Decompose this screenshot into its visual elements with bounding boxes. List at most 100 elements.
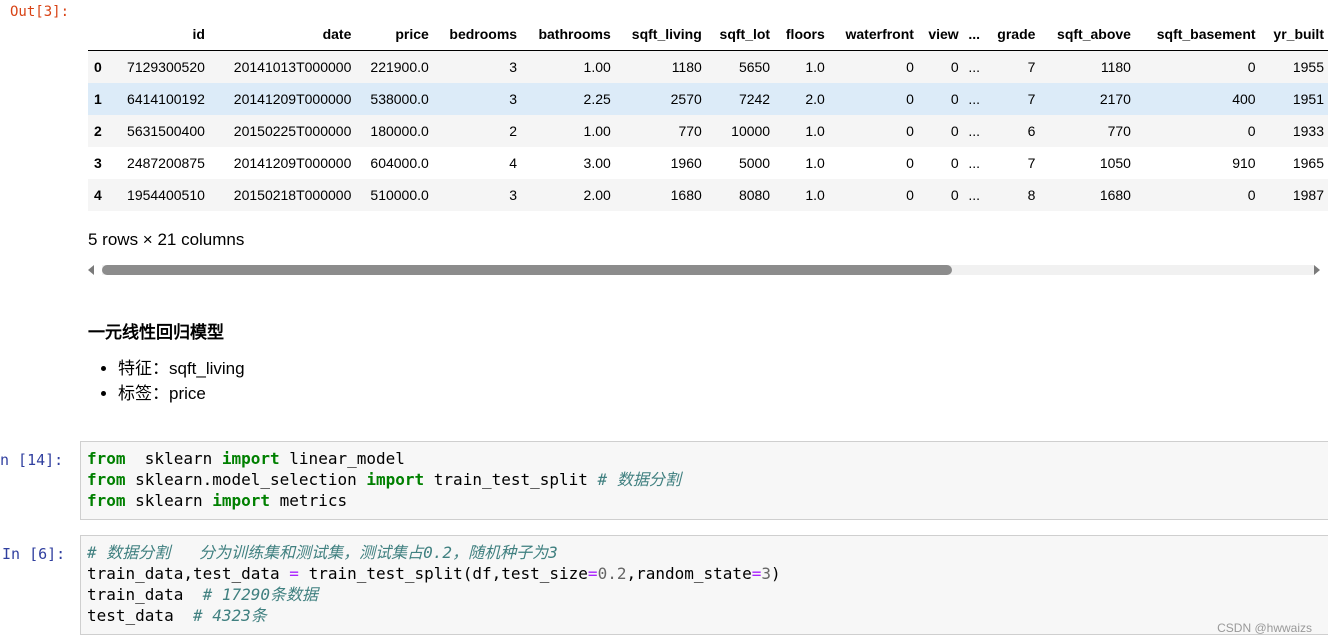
index-header bbox=[88, 18, 109, 51]
table-cell: 0 bbox=[828, 50, 918, 83]
row-index: 3 bbox=[94, 155, 102, 171]
table-cell: 1180 bbox=[1039, 50, 1135, 83]
table-cell: 1050 bbox=[1099, 155, 1131, 171]
table-cell: 0 bbox=[1134, 50, 1260, 83]
table-cell: 0 bbox=[1134, 115, 1260, 147]
table-row: 2 5631500400 20150225T000000 180000.0 2 1.00 7… bbox=[88, 115, 1328, 147]
table-cell: 7 bbox=[985, 50, 1040, 83]
table-cell: 770 bbox=[1039, 115, 1135, 147]
dataframe-table: id date price bedrooms bathrooms sqft_living s… bbox=[88, 18, 1328, 211]
scroll-left-arrow-icon[interactable] bbox=[88, 265, 94, 275]
table-cell: ... bbox=[962, 83, 986, 115]
code-token: metrics bbox=[270, 491, 348, 510]
column-header: grade bbox=[985, 18, 1040, 51]
code-token: train_test_split bbox=[424, 470, 598, 489]
code-token: ) bbox=[770, 564, 781, 583]
code-line: from sklearn import metrics bbox=[87, 490, 681, 511]
code-line: train_data,test_data = train_test_split(… bbox=[87, 563, 781, 584]
table-row: 1 6414100192 20141209T000000 538000.0 3 2.25 2… bbox=[88, 83, 1328, 115]
table-cell: 1180 bbox=[614, 50, 706, 83]
table-cell: 7129300520 bbox=[108, 50, 209, 83]
table-cell: 1951 bbox=[1259, 83, 1328, 115]
table-cell: 0 bbox=[1134, 179, 1260, 211]
table-cell: 3 bbox=[432, 83, 522, 115]
table-cell: ... bbox=[962, 115, 986, 147]
code-token: import bbox=[366, 470, 425, 489]
table-cell: 0 bbox=[917, 50, 963, 83]
table-cell: 5000 bbox=[738, 155, 771, 171]
code-token: ,random_state bbox=[626, 564, 752, 583]
table-cell: 2.25 bbox=[521, 83, 615, 115]
output-prompt: Out[3]: bbox=[10, 4, 70, 20]
code-cell-14[interactable]: from sklearn import linear_model from skl… bbox=[80, 441, 1328, 520]
watermark: CSDN @hwwaizs bbox=[1217, 621, 1312, 635]
table-cell: 510000.0 bbox=[355, 179, 433, 211]
table-cell: 7 bbox=[985, 83, 1040, 115]
table-cell: ... bbox=[962, 179, 986, 211]
table-cell: 10000 bbox=[705, 115, 775, 147]
table-cell: 2.0 bbox=[774, 83, 829, 115]
list-item: 标签：price bbox=[118, 381, 245, 406]
code-line: # 数据分割 分为训练集和测试集，测试集占0.2，随机种子为3 bbox=[87, 542, 781, 563]
table-cell: 910 bbox=[1232, 155, 1256, 171]
table-cell: 1965 bbox=[1292, 155, 1324, 171]
table-cell: 6414100192 bbox=[108, 83, 209, 115]
table-cell: 0 bbox=[828, 179, 918, 211]
table-cell: 1.0 bbox=[805, 155, 825, 171]
column-header: sqft_living bbox=[614, 18, 706, 51]
table-cell: 4 bbox=[509, 155, 518, 171]
column-header: waterfront bbox=[828, 18, 918, 51]
table-cell: 221900.0 bbox=[355, 50, 433, 83]
column-header: date bbox=[208, 18, 356, 51]
code-token: = bbox=[289, 564, 299, 583]
column-header: sqft_basement bbox=[1134, 18, 1260, 51]
code-token: # 数据分割 分为训练集和测试集，测试集占0.2，随机种子为3 bbox=[87, 543, 558, 562]
code-input[interactable]: from sklearn import linear_model from skl… bbox=[87, 448, 681, 511]
table-cell: 770 bbox=[614, 115, 706, 147]
table-cell: 1960 bbox=[670, 155, 702, 171]
code-token: # 17290条数据 bbox=[202, 585, 319, 604]
column-header: view bbox=[917, 18, 963, 51]
table-cell: 1933 bbox=[1259, 115, 1328, 147]
table-cell: 7242 bbox=[705, 83, 775, 115]
code-token: import bbox=[221, 449, 280, 468]
scrollbar-thumb[interactable] bbox=[102, 265, 952, 275]
column-header: bathrooms bbox=[521, 18, 615, 51]
table-cell: 1954400510 bbox=[108, 179, 209, 211]
table-cell: 604000.0 bbox=[370, 155, 429, 171]
row-index: 1 bbox=[88, 83, 109, 115]
column-header: bedrooms bbox=[432, 18, 522, 51]
code-input[interactable]: # 数据分割 分为训练集和测试集，测试集占0.2，随机种子为3 train_dat… bbox=[87, 542, 781, 626]
input-prompt-6: In [6]: bbox=[2, 545, 66, 563]
markdown-list: 特征：sqft_living 标签：price bbox=[100, 356, 245, 406]
code-line: train_data # 17290条数据 bbox=[87, 584, 781, 605]
table-cell: 6 bbox=[985, 115, 1040, 147]
table-header-row: id date price bedrooms bathrooms sqft_living s… bbox=[88, 18, 1328, 51]
table-cell: 1.0 bbox=[774, 115, 829, 147]
code-token: sklearn bbox=[125, 449, 222, 468]
column-header: ... bbox=[962, 18, 986, 51]
table-cell: 8080 bbox=[705, 179, 775, 211]
table-cell: 5631500400 bbox=[108, 115, 209, 147]
code-token: sklearn.model_selection bbox=[125, 470, 367, 489]
code-line: test_data # 4323条 bbox=[87, 605, 781, 626]
table-cell: 5650 bbox=[705, 50, 775, 83]
code-token: from bbox=[87, 449, 126, 468]
table-cell: 2170 bbox=[1039, 83, 1135, 115]
code-token: test_data bbox=[87, 606, 193, 625]
scroll-right-arrow-icon[interactable] bbox=[1314, 265, 1320, 275]
table-row: 4 1954400510 20150218T000000 510000.0 3 2.00 1… bbox=[88, 179, 1328, 211]
table-cell: 3.00 bbox=[583, 155, 611, 171]
table-cell: 400 bbox=[1134, 83, 1260, 115]
code-cell-6[interactable]: # 数据分割 分为训练集和测试集，测试集占0.2，随机种子为3 train_dat… bbox=[80, 535, 1328, 635]
column-header: floors bbox=[774, 18, 829, 51]
column-header: sqft_lot bbox=[705, 18, 775, 51]
table-cell: 0 bbox=[917, 115, 963, 147]
markdown-heading: 一元线性回归模型 bbox=[88, 323, 224, 342]
code-token: = bbox=[751, 564, 762, 583]
table-cell: 2.00 bbox=[521, 179, 615, 211]
table-cell: 1680 bbox=[614, 179, 706, 211]
table-cell: 2487200875 bbox=[127, 155, 205, 171]
code-line: from sklearn.model_selection import trai… bbox=[87, 469, 681, 490]
table-cell: 1.0 bbox=[774, 50, 829, 83]
